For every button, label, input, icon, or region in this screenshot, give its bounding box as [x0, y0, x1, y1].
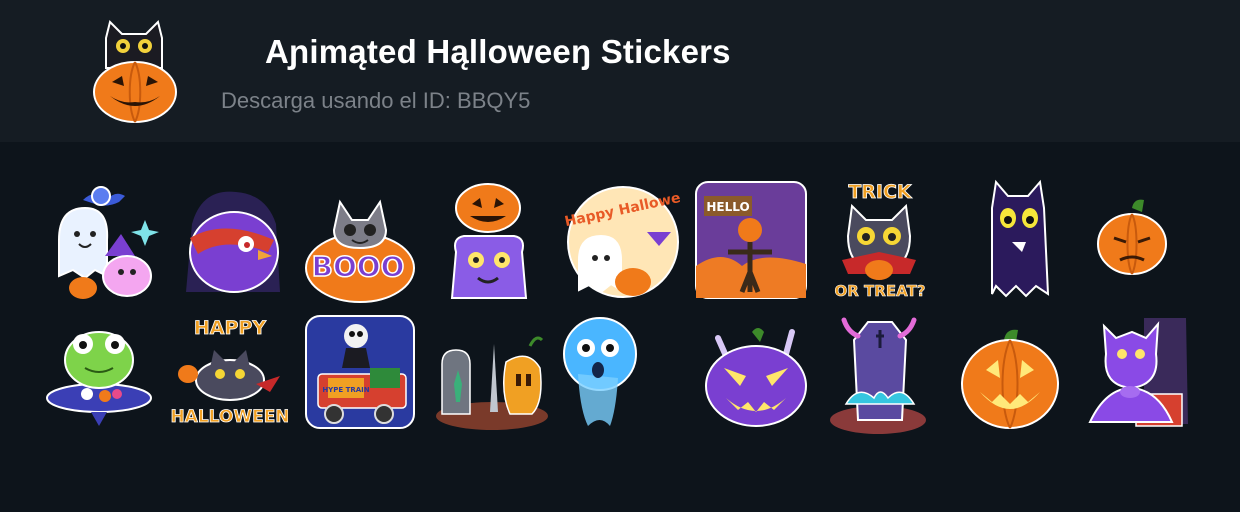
cat-in-pumpkin-booo-sticker[interactable]: BOOO [300, 182, 418, 307]
cat-in-pumpkin-icon [88, 16, 184, 126]
happy-halloween-flying-cat-sticker[interactable]: HAPPY HALLOWEEN [170, 312, 288, 437]
hello-sign-text: HELLO [706, 200, 749, 214]
scarecrow-hello-sticker[interactable]: HELLO [692, 178, 810, 303]
hype-train-skeleton-sticker[interactable]: HYPE TRAIN [300, 312, 418, 437]
happy-halloween-ghost-sticker[interactable]: Happy Halloween [563, 180, 681, 305]
pack-header: Aɲimąted Hąlloweeŋ Stickers Descarga usa… [0, 0, 1240, 142]
pack-title: Aɲimąted Hąlloweeŋ Stickers [265, 33, 731, 70]
sticker-grid: BOOO Happy Halloween HELLO TRICK OR TREA… [0, 142, 1240, 512]
booo-text: BOOO [312, 250, 405, 283]
halloween-text: HALLOWEEN [170, 407, 288, 427]
trick-text: TRICK [848, 181, 913, 203]
frog-witch-hat-sticker[interactable] [45, 322, 163, 447]
blue-ghost-sticker[interactable] [558, 314, 676, 439]
coffin-demon-hands-sticker[interactable] [828, 316, 946, 441]
purple-vampire-bird-sticker[interactable] [172, 180, 290, 305]
hype-train-text: HYPE TRAIN [322, 386, 369, 394]
grave-knife-pumpkin-sticker[interactable] [432, 322, 550, 447]
trick-or-treat-cat-sticker[interactable]: TRICK OR TREAT? [820, 178, 938, 303]
download-id-text: Descarga usando el ID: BBQY5 [221, 88, 531, 113]
jack-o-lantern-sticker[interactable] [958, 320, 1076, 445]
evil-purple-pumpkin-sticker[interactable] [700, 320, 818, 445]
grumpy-pumpkin-sticker[interactable] [1090, 186, 1208, 311]
ghost-bat-cat-sticker[interactable] [45, 180, 163, 305]
or-treat-text: OR TREAT? [835, 282, 926, 300]
purple-monster-pumpkin-head-sticker[interactable] [430, 180, 548, 305]
happy-text: HAPPY [194, 317, 266, 339]
purple-cat-ghost-sticker[interactable] [962, 178, 1080, 303]
purple-vampire-sticker[interactable] [1086, 314, 1204, 439]
